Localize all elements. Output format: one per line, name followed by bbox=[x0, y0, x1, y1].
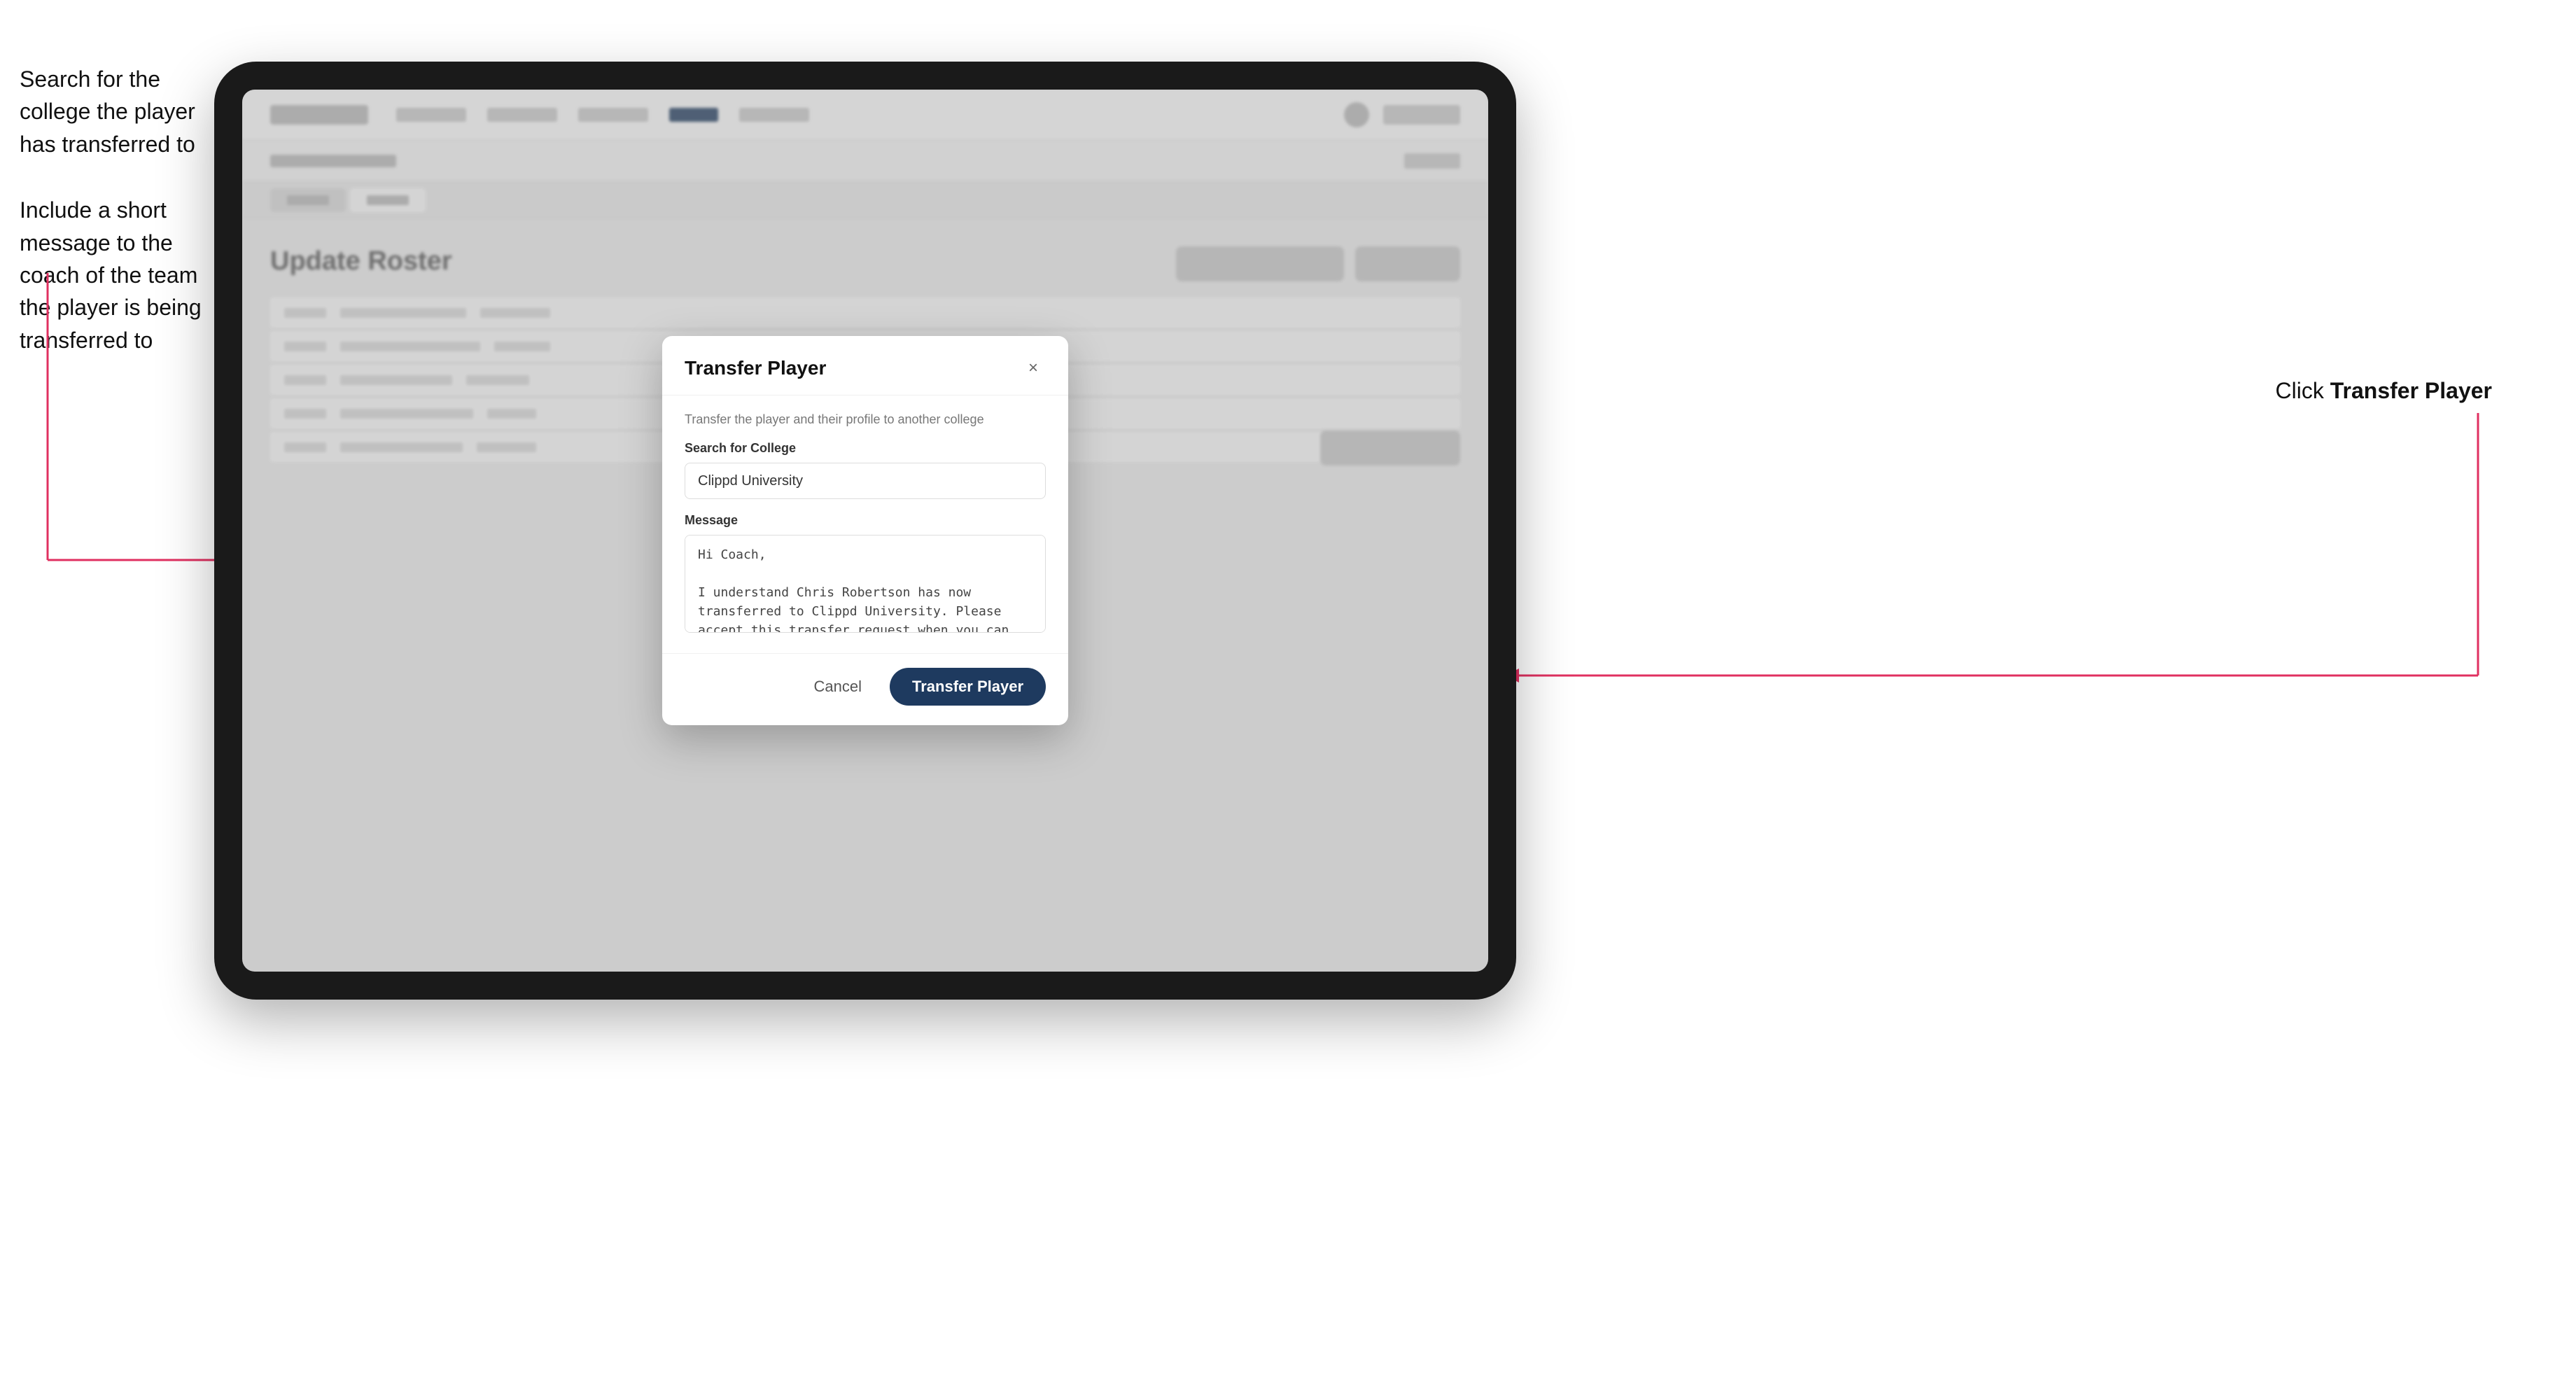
annotation-message-text: Include a short message to the coach of … bbox=[20, 194, 202, 356]
cancel-button[interactable]: Cancel bbox=[800, 671, 876, 703]
modal-close-button[interactable]: × bbox=[1021, 356, 1046, 381]
tablet-frame: Update Roster bbox=[214, 62, 1516, 1000]
message-textarea[interactable]: Hi Coach, I understand Chris Robertson h… bbox=[685, 535, 1046, 633]
annotation-right-prefix: Click bbox=[2276, 378, 2330, 403]
annotation-left: Search for the college the player has tr… bbox=[20, 63, 202, 390]
search-college-label: Search for College bbox=[685, 441, 1046, 456]
message-label: Message bbox=[685, 513, 1046, 528]
modal-description: Transfer the player and their profile to… bbox=[685, 412, 1046, 427]
modal-body: Transfer the player and their profile to… bbox=[662, 396, 1068, 653]
search-college-input[interactable] bbox=[685, 463, 1046, 499]
modal-title: Transfer Player bbox=[685, 357, 826, 379]
modal-footer: Cancel Transfer Player bbox=[662, 653, 1068, 725]
transfer-player-modal: Transfer Player × Transfer the player an… bbox=[662, 336, 1068, 725]
tablet-screen: Update Roster bbox=[242, 90, 1488, 972]
transfer-player-button[interactable]: Transfer Player bbox=[890, 668, 1046, 706]
modal-overlay: Transfer Player × Transfer the player an… bbox=[242, 90, 1488, 972]
annotation-search-text: Search for the college the player has tr… bbox=[20, 63, 202, 160]
modal-header: Transfer Player × bbox=[662, 336, 1068, 396]
annotation-right: Click Transfer Player bbox=[2276, 378, 2492, 404]
annotation-right-bold: Transfer Player bbox=[2330, 378, 2492, 403]
